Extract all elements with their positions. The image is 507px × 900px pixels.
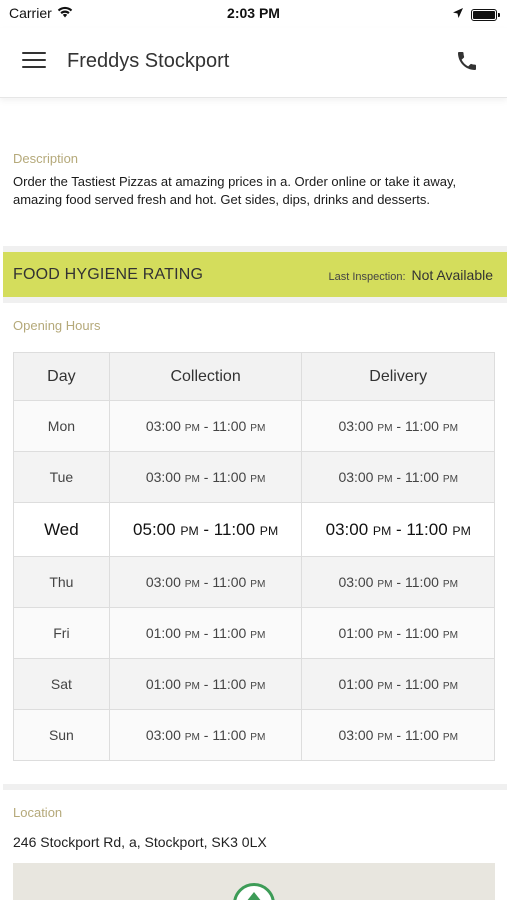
status-bar: Carrier 2:03 PM xyxy=(0,0,507,28)
hygiene-inspection: Last Inspection: Not Available xyxy=(328,267,493,283)
collection-time-cell: 05:00 PM - 11:00 PM xyxy=(108,502,303,557)
section-divider xyxy=(3,784,507,790)
day-cell: Sun xyxy=(13,709,110,761)
description-text: Order the Tastiest Pizzas at amazing pri… xyxy=(13,174,457,207)
table-row: Sun 03:00 PM - 11:00 PM 03:00 PM - 11:00 P… xyxy=(13,709,495,761)
opening-hours-table: Day Collection Delivery Mon 03:00 PM - 11… xyxy=(13,352,495,761)
header-day: Day xyxy=(13,352,110,401)
status-right-group xyxy=(452,6,500,24)
description-label: Description xyxy=(13,151,79,166)
phone-icon[interactable] xyxy=(455,49,481,75)
day-cell: Tue xyxy=(13,451,110,503)
table-row: Tue 03:00 PM - 11:00 PM 03:00 PM - 11:00 P… xyxy=(13,451,495,503)
delivery-time-cell: 03:00 PM - 11:00 PM xyxy=(301,400,495,452)
collection-time-cell: 01:00 PM - 11:00 PM xyxy=(108,607,303,659)
inspection-label: Last Inspection: xyxy=(328,271,406,283)
app-header: Freddys Stockport xyxy=(0,28,507,98)
opening-hours-label: Opening Hours xyxy=(13,318,101,333)
header-collection: Collection xyxy=(108,352,303,401)
day-cell: Mon xyxy=(13,400,110,452)
food-hygiene-rating-bar[interactable]: FOOD HYGIENE RATING Last Inspection: Not… xyxy=(3,252,507,297)
day-cell: Thu xyxy=(13,556,110,608)
table-row: Sat 01:00 PM - 11:00 PM 01:00 PM - 11:00 P… xyxy=(13,658,495,710)
table-row: Fri 01:00 PM - 11:00 PM 01:00 PM - 11:00 P… xyxy=(13,607,495,659)
collection-time-cell: 03:00 PM - 11:00 PM xyxy=(108,556,303,608)
table-row: Wed 05:00 PM - 11:00 PM 03:00 PM - 11:00 P… xyxy=(13,502,495,557)
collection-time-cell: 01:00 PM - 11:00 PM xyxy=(108,658,303,710)
delivery-time-cell: 03:00 PM - 11:00 PM xyxy=(301,709,495,761)
delivery-time-cell: 03:00 PM - 11:00 PM xyxy=(301,451,495,503)
section-divider xyxy=(3,297,507,303)
delivery-time-cell: 03:00 PM - 11:00 PM xyxy=(301,502,495,557)
collection-time-cell: 03:00 PM - 11:00 PM xyxy=(108,709,303,761)
hygiene-title: FOOD HYGIENE RATING xyxy=(13,266,204,283)
hamburger-menu-icon[interactable] xyxy=(22,52,46,72)
day-cell: Sat xyxy=(13,658,110,710)
collection-time-cell: 03:00 PM - 11:00 PM xyxy=(108,400,303,452)
battery-icon xyxy=(471,9,500,21)
inspection-value: Not Available xyxy=(411,267,493,283)
status-time: 2:03 PM xyxy=(227,5,280,21)
table-row: Mon 03:00 PM - 11:00 PM 03:00 PM - 11:00 P… xyxy=(13,400,495,452)
day-cell: Fri xyxy=(13,607,110,659)
delivery-time-cell: 01:00 PM - 11:00 PM xyxy=(301,607,495,659)
delivery-time-cell: 01:00 PM - 11:00 PM xyxy=(301,658,495,710)
header-delivery: Delivery xyxy=(301,352,495,401)
map-pin-icon[interactable] xyxy=(233,883,275,900)
location-label: Location xyxy=(13,805,63,820)
table-header-row: Day Collection Delivery xyxy=(13,352,495,401)
location-address: 246 Stockport Rd, a, Stockport, SK3 0LX xyxy=(13,834,267,850)
location-arrow-icon xyxy=(452,6,464,24)
day-cell: Wed xyxy=(13,502,110,557)
delivery-time-cell: 03:00 PM - 11:00 PM xyxy=(301,556,495,608)
collection-time-cell: 03:00 PM - 11:00 PM xyxy=(108,451,303,503)
location-map[interactable] xyxy=(13,863,495,900)
page-title: Freddys Stockport xyxy=(67,50,230,72)
table-row: Thu 03:00 PM - 11:00 PM 03:00 PM - 11:00 P… xyxy=(13,556,495,608)
